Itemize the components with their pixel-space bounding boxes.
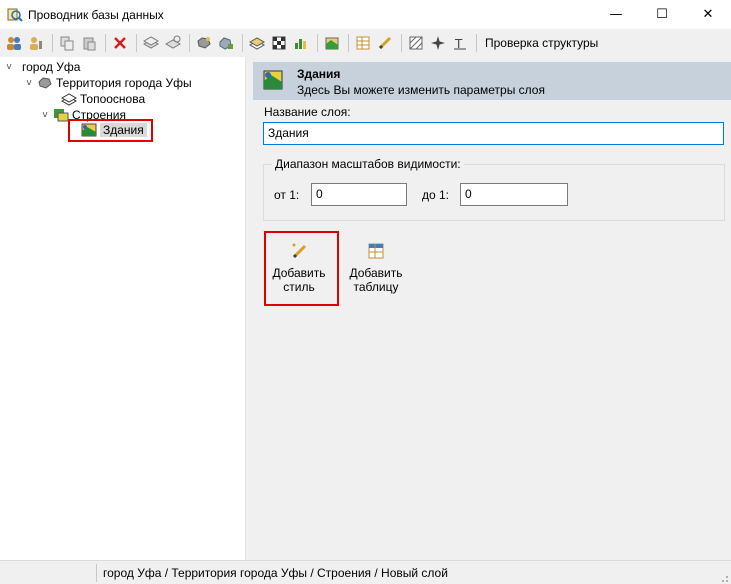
to-scale-input[interactable]: 0 — [460, 183, 568, 206]
from-scale-label: от 1: — [274, 188, 300, 202]
tree-item-label: Территория города Уфы — [56, 76, 192, 90]
delete-icon[interactable] — [110, 33, 130, 53]
copy-icon[interactable] — [57, 33, 77, 53]
add-table-label-line2: таблицу — [353, 280, 399, 294]
user-key-icon[interactable] — [26, 33, 46, 53]
hatch-icon[interactable] — [406, 33, 426, 53]
scale-range-group: Диапазон масштабов видимости: от 1: 0 до… — [263, 157, 725, 221]
tree-item-label: город Уфа — [22, 60, 81, 74]
chart-layer-icon[interactable] — [291, 33, 311, 53]
layer-name-input[interactable]: Здания — [263, 122, 724, 145]
title-bar: Проводник базы данных — ☐ ✕ — [0, 0, 731, 29]
crosshair-icon[interactable] — [428, 33, 448, 53]
chevron-down-icon[interactable]: v — [24, 78, 34, 88]
chevron-down-icon[interactable]: v — [40, 110, 50, 120]
tree-item-territory[interactable]: v Территория города Уфы — [24, 75, 192, 91]
from-scale-input[interactable]: 0 — [311, 183, 407, 206]
to-scale-label: до 1: — [422, 188, 450, 202]
maximize-button[interactable]: ☐ — [639, 0, 685, 29]
layer-name-label: Название слоя: — [264, 105, 351, 119]
table-icon — [367, 242, 385, 260]
tree-item-root[interactable]: v город Уфа — [4, 59, 80, 75]
close-button[interactable]: ✕ — [685, 0, 731, 29]
panel-header: Здания Здесь Вы можете изменить параметр… — [253, 62, 731, 100]
tree-item-label: Топооснова — [80, 92, 146, 106]
layers-add-icon[interactable] — [141, 33, 161, 53]
check-structure-button[interactable]: Проверка структуры — [481, 33, 602, 53]
layer-stack-icon — [60, 92, 78, 106]
selection-highlight — [68, 119, 153, 142]
resize-grip-icon[interactable] — [719, 572, 729, 582]
table-icon[interactable] — [353, 33, 373, 53]
chevron-down-icon[interactable]: v — [4, 62, 14, 72]
users-icon[interactable] — [4, 33, 24, 53]
panel-title: Здания — [297, 67, 341, 81]
map-layer-icon — [263, 70, 283, 90]
style-pencil-icon[interactable] — [375, 33, 395, 53]
add-table-label-line1: Добавить — [349, 266, 403, 280]
territory-icon[interactable] — [194, 33, 214, 53]
layers-link-icon[interactable] — [163, 33, 183, 53]
database-tree: v город Уфа v Территория города Уфы Топо… — [0, 57, 246, 560]
add-style-highlight — [264, 231, 339, 306]
checker-layer-icon[interactable] — [269, 33, 289, 53]
territory-edit-icon[interactable] — [216, 33, 236, 53]
status-bar: город Уфа / Территория города Уфы / Стро… — [0, 560, 731, 584]
add-table-button[interactable]: Добавить таблицу — [340, 242, 412, 294]
map-layer-icon[interactable] — [322, 33, 342, 53]
layer-stack-icon[interactable] — [247, 33, 267, 53]
layer-properties-panel: Здания Здесь Вы можете изменить параметр… — [253, 57, 731, 560]
text-cursor-icon[interactable]: T — [450, 33, 470, 53]
chart-layer-icon — [53, 108, 69, 122]
status-path: город Уфа / Территория города Уфы / Стро… — [103, 566, 448, 580]
scale-range-title: Диапазон масштабов видимости: — [272, 157, 464, 171]
status-separator — [96, 564, 97, 582]
minimize-button[interactable]: — — [593, 0, 639, 29]
panel-subtitle: Здесь Вы можете изменить параметры слоя — [297, 83, 545, 97]
territory-icon — [37, 76, 53, 90]
window-title: Проводник базы данных — [28, 7, 164, 22]
database-explorer-icon — [7, 7, 23, 23]
paste-icon[interactable] — [79, 33, 99, 53]
tree-item-topo[interactable]: Топооснова — [58, 91, 145, 107]
toolbar: T Проверка структуры — [0, 29, 731, 57]
